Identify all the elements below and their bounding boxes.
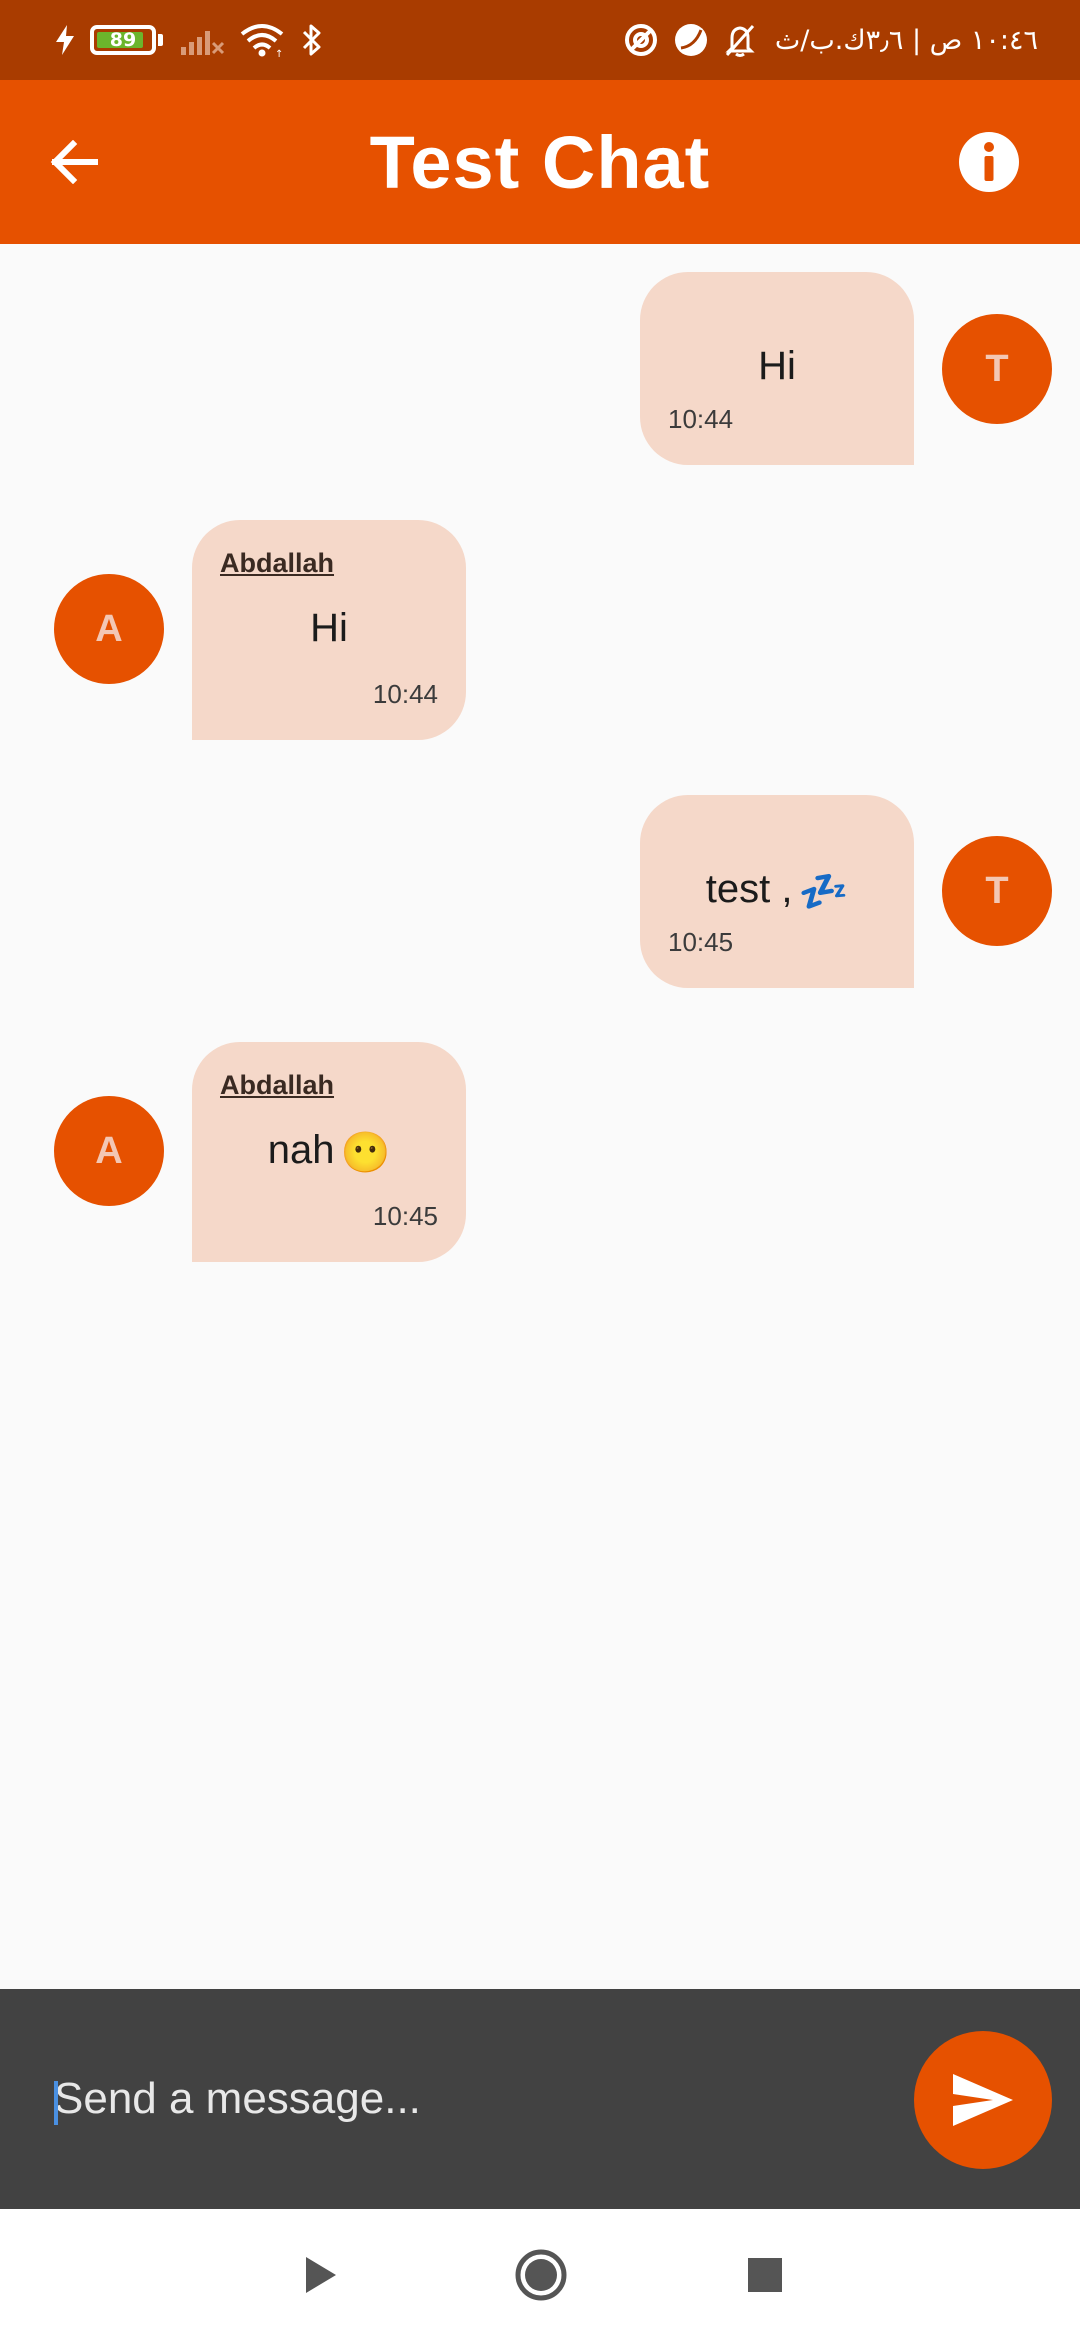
message-time: 10:45 [668, 927, 734, 957]
wifi-icon: ↑↓ [240, 24, 285, 58]
page-title: Test Chat [369, 120, 711, 204]
message-bubble-sent: test , 💤 10:45 [640, 795, 914, 988]
message-bubble-received: Abdallah nah 😶 10:45 [192, 1042, 466, 1262]
charging-icon [56, 25, 74, 55]
send-icon [953, 2074, 1013, 2126]
nav-home-button[interactable] [496, 2209, 586, 2340]
app-bar: Test Chat [0, 80, 1080, 244]
sender-name: Abdallah [220, 548, 335, 578]
status-left-group: 89 ↑↓ [54, 0, 325, 80]
status-bar: 89 ↑↓ [0, 0, 1080, 80]
avatar[interactable]: A [54, 574, 164, 684]
zzz-emoji: 💤 [798, 869, 849, 914]
bluetooth-icon [302, 24, 321, 56]
recents-square-icon [748, 2257, 782, 2292]
no-mouth-face-emoji: 😶 [340, 1130, 391, 1175]
avatar[interactable]: A [54, 1096, 164, 1206]
avatar[interactable]: T [942, 314, 1052, 424]
battery-icon: 89 [90, 25, 156, 55]
status-right-group: ١٠:٤٦ ص | ٣٫٦ك.ب/ث [623, 0, 1038, 80]
sender-name: Abdallah [220, 1070, 335, 1100]
system-nav-bar [0, 2209, 1080, 2340]
status-clock: ١٠:٤٦ ص | ٣٫٦ك.ب/ث [774, 24, 1038, 56]
message-text: Hi [758, 344, 796, 388]
notifications-muted-icon [725, 24, 755, 57]
message-text: nah 😶 [267, 1128, 391, 1175]
info-icon[interactable] [955, 128, 1023, 196]
battery-nub [158, 34, 163, 46]
signal-off-icon [181, 31, 225, 55]
nav-back-button[interactable] [275, 2209, 365, 2340]
message-text: Hi [310, 606, 348, 650]
data-saver-icon [624, 24, 657, 56]
avatar[interactable]: T [942, 836, 1052, 946]
message-time: 10:44 [668, 404, 734, 434]
battery-level: 89 [109, 28, 137, 51]
message-bubble-received: Abdallah Hi 10:44 [192, 520, 466, 740]
message-time: 10:44 [372, 679, 438, 709]
dnd-moon-icon [674, 24, 707, 56]
message-list[interactable]: Hi 10:44 T A Abdallah Hi 10:44 test , 💤 1… [0, 244, 1080, 1989]
home-circle-icon [515, 2249, 567, 2300]
text-caret [54, 2081, 58, 2125]
back-triangle-icon [306, 2256, 336, 2293]
message-input[interactable] [54, 2044, 884, 2154]
nav-recents-button[interactable] [720, 2209, 810, 2340]
message-time: 10:45 [372, 1201, 438, 1231]
message-text: test , 💤 [705, 867, 849, 914]
svg-text:↑↓: ↑↓ [275, 49, 285, 58]
send-button[interactable] [914, 2031, 1052, 2169]
message-bubble-sent: Hi 10:44 [640, 272, 914, 465]
